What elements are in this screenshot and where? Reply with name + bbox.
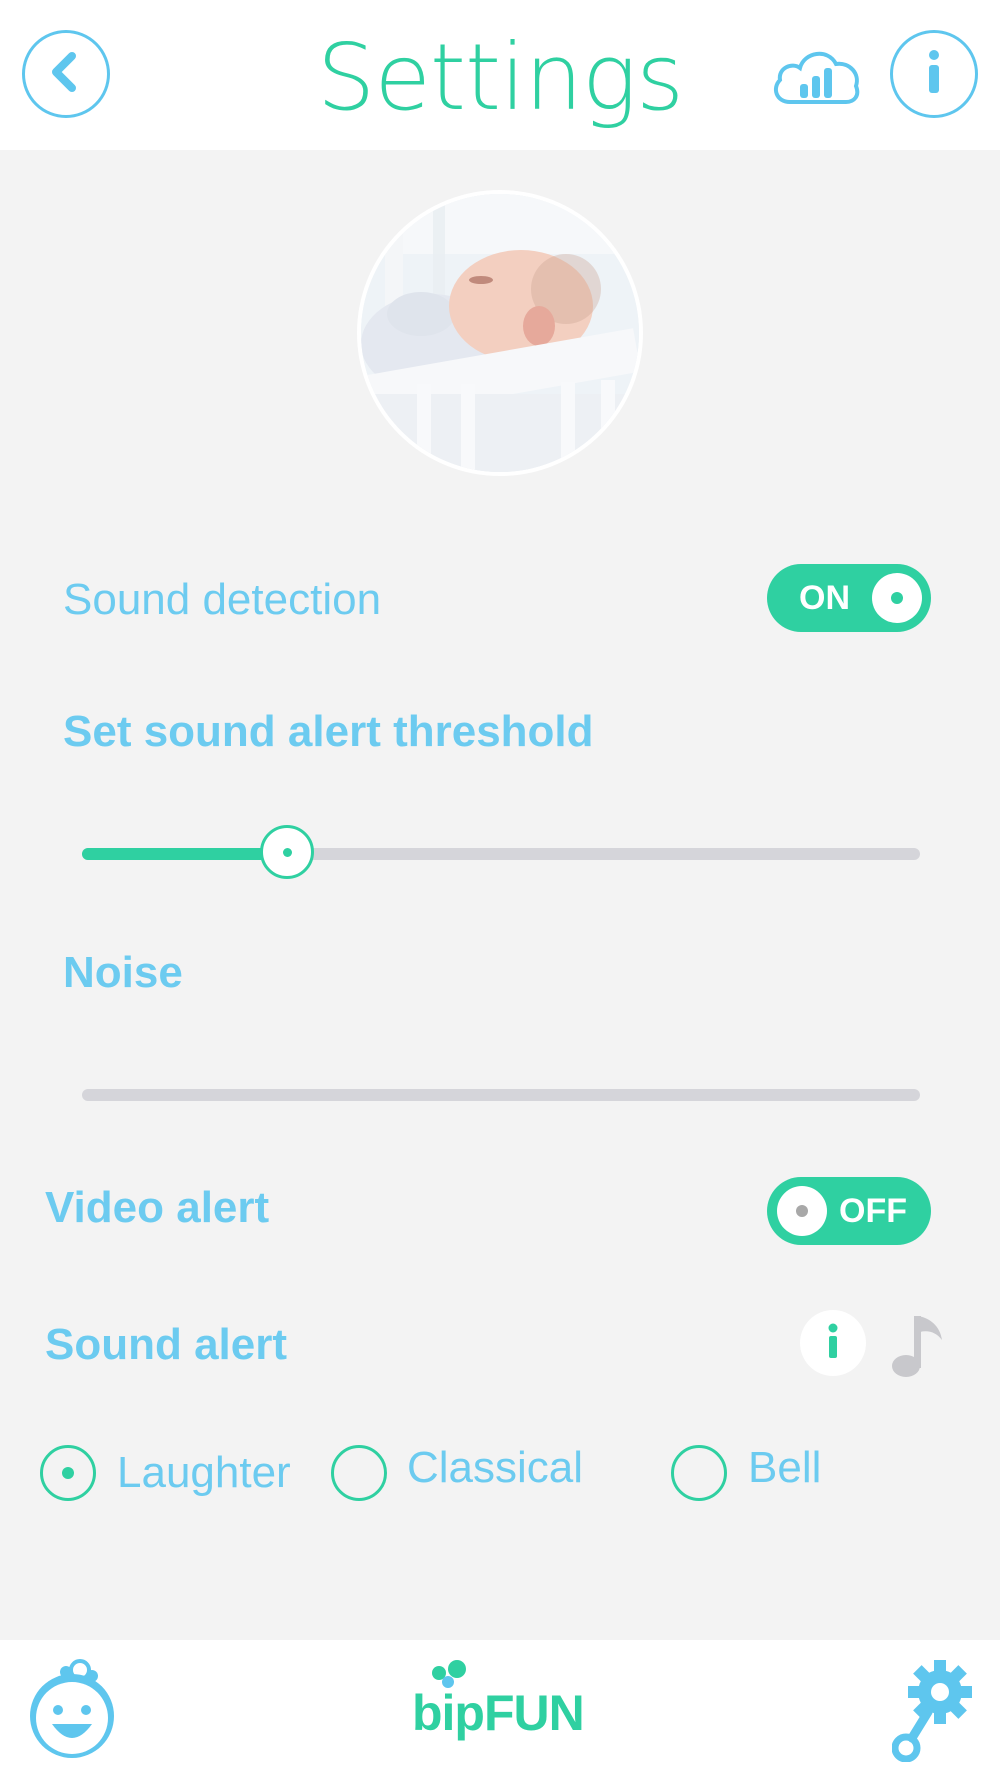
noise-level-meter bbox=[82, 1089, 920, 1101]
music-note-icon bbox=[890, 1316, 946, 1384]
option-label-laughter: Laughter bbox=[117, 1448, 291, 1497]
info-button[interactable] bbox=[890, 30, 978, 118]
info-icon bbox=[826, 1323, 840, 1364]
cloud-chart-icon bbox=[770, 52, 862, 114]
video-alert-label: Video alert bbox=[45, 1183, 270, 1232]
threshold-label: Set sound alert threshold bbox=[63, 707, 594, 756]
baby-profile-button[interactable] bbox=[22, 1656, 122, 1762]
radio-selected-dot bbox=[62, 1467, 74, 1479]
toggle-knob bbox=[777, 1186, 827, 1236]
sound-alert-info-button[interactable] bbox=[800, 1310, 866, 1376]
option-label-classical: Classical bbox=[407, 1443, 584, 1492]
gear-rattle-icon bbox=[891, 1660, 972, 1766]
settings-button[interactable] bbox=[891, 1658, 972, 1763]
toggle-knob bbox=[872, 573, 922, 623]
option-label-bell: Bell bbox=[748, 1443, 822, 1492]
sound-alert-label: Sound alert bbox=[45, 1320, 288, 1369]
sound-detection-toggle[interactable]: ON bbox=[767, 564, 931, 632]
logo-text: bipFUN bbox=[412, 1685, 585, 1741]
video-alert-toggle[interactable]: OFF bbox=[767, 1177, 931, 1245]
radio-laughter[interactable] bbox=[40, 1445, 96, 1501]
radio-classical[interactable] bbox=[331, 1445, 387, 1501]
back-button[interactable] bbox=[22, 30, 110, 118]
header-bar: Settings bbox=[0, 0, 1000, 150]
threshold-slider-fill bbox=[82, 848, 287, 860]
cloud-stats-button[interactable] bbox=[770, 40, 862, 110]
app-logo: bipFUN bbox=[412, 1660, 592, 1752]
threshold-slider-thumb[interactable] bbox=[260, 825, 314, 879]
page-title: Settings bbox=[316, 24, 684, 131]
baby-photo-avatar[interactable] bbox=[357, 190, 643, 476]
sound-detection-label: Sound detection bbox=[63, 575, 382, 624]
music-note-button[interactable] bbox=[890, 1310, 946, 1380]
bottom-bar: bipFUN bbox=[0, 1640, 1000, 1778]
baby-face-icon bbox=[22, 1659, 122, 1766]
chevron-left-icon bbox=[44, 50, 88, 99]
radio-bell[interactable] bbox=[671, 1445, 727, 1501]
info-icon bbox=[924, 49, 944, 100]
toggle-state-text: OFF bbox=[839, 1192, 907, 1230]
toggle-state-text: ON bbox=[799, 579, 850, 617]
noise-label: Noise bbox=[63, 948, 183, 997]
